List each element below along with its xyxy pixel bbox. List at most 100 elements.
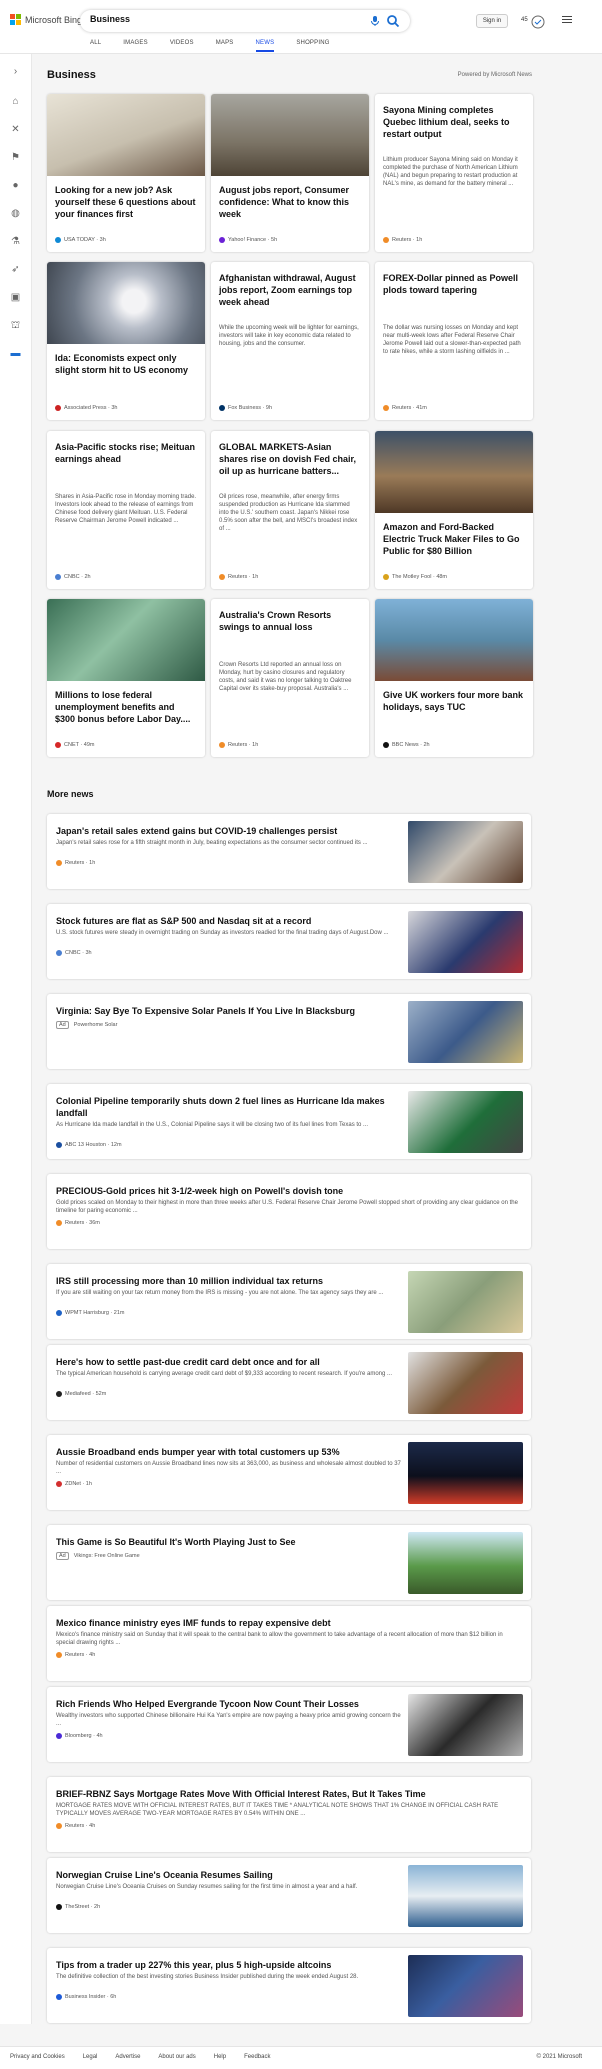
news-headline[interactable]: PRECIOUS-Gold prices hit 3-1/2-week high…	[56, 1185, 520, 1197]
news-headline[interactable]: Millions to lose federal unemployment be…	[55, 689, 197, 725]
news-card[interactable]: Sayona Mining completes Quebec lithium d…	[375, 94, 533, 252]
news-thumbnail[interactable]	[408, 821, 523, 883]
news-headline[interactable]: Ida: Economists expect only slight storm…	[55, 352, 197, 376]
news-headline[interactable]: This Game is So Beautiful It's Worth Pla…	[56, 1536, 401, 1548]
tab-shopping[interactable]: SHOPPING	[296, 40, 329, 52]
more-news-item[interactable]: Tips from a trader up 227% this year, pl…	[47, 1948, 531, 2023]
flag-icon[interactable]: ⚑	[10, 152, 21, 163]
news-headline[interactable]: Amazon and Ford-Backed Electric Truck Ma…	[383, 521, 525, 557]
news-card[interactable]: Australia's Crown Resorts swings to annu…	[211, 599, 369, 757]
news-headline[interactable]: Sayona Mining completes Quebec lithium d…	[383, 104, 525, 140]
news-source[interactable]: CNBC · 2h	[55, 574, 91, 580]
news-source[interactable]: USA TODAY · 3h	[55, 237, 106, 243]
more-news-item[interactable]: Mexico finance ministry eyes IMF funds t…	[47, 1606, 531, 1681]
more-news-item[interactable]: Colonial Pipeline temporarily shuts down…	[47, 1084, 531, 1159]
sign-in-button[interactable]: Sign in	[476, 14, 508, 28]
news-source[interactable]: Reuters · 1h	[219, 574, 258, 580]
search-box[interactable]	[80, 10, 410, 32]
news-source[interactable]: Ad Powerhome Solar	[56, 1021, 117, 1029]
news-source[interactable]: TheStreet · 2h	[56, 1904, 100, 1910]
news-source[interactable]: WPMT Harrisburg · 21m	[56, 1310, 125, 1316]
news-source[interactable]: Yahoo! Finance · 5h	[219, 237, 277, 243]
news-thumbnail[interactable]	[408, 1955, 523, 2017]
search-input[interactable]	[90, 14, 340, 24]
news-card[interactable]: Looking for a new job? Ask yourself thes…	[47, 94, 205, 252]
news-card[interactable]: Amazon and Ford-Backed Electric Truck Ma…	[375, 431, 533, 589]
news-headline[interactable]: Here's how to settle past-due credit car…	[56, 1356, 401, 1368]
news-card[interactable]: August jobs report, Consumer confidence:…	[211, 94, 369, 252]
footer-link[interactable]: Legal	[83, 2054, 98, 2060]
footer-link[interactable]: Advertise	[115, 2054, 140, 2060]
news-card[interactable]: GLOBAL MARKETS-Asian shares rise on dovi…	[211, 431, 369, 589]
news-thumbnail[interactable]	[408, 1001, 523, 1063]
more-news-item[interactable]: Japan's retail sales extend gains but CO…	[47, 814, 531, 889]
tab-news[interactable]: NEWS	[255, 40, 275, 52]
news-thumbnail[interactable]	[408, 1271, 523, 1333]
news-headline[interactable]: Stock futures are flat as S&P 500 and Na…	[56, 915, 401, 927]
news-headline[interactable]: Mexico finance ministry eyes IMF funds t…	[56, 1617, 520, 1629]
news-source[interactable]: ABC 13 Houston · 12m	[56, 1142, 122, 1148]
news-thumbnail[interactable]	[408, 1442, 523, 1504]
bank-icon[interactable]: ⛫	[10, 320, 21, 331]
news-source[interactable]: Reuters · 1h	[383, 237, 422, 243]
news-thumbnail[interactable]	[408, 1865, 523, 1927]
news-headline[interactable]: Looking for a new job? Ask yourself thes…	[55, 184, 197, 220]
news-source[interactable]: ZDNet · 1h	[56, 1481, 92, 1487]
news-source[interactable]: Reuters · 4h	[56, 1652, 95, 1658]
search-icon[interactable]	[386, 14, 400, 28]
news-thumbnail[interactable]	[408, 1091, 523, 1153]
news-headline[interactable]: BRIEF-RBNZ Says Mortgage Rates Move With…	[56, 1788, 520, 1800]
more-news-item[interactable]: Stock futures are flat as S&P 500 and Na…	[47, 904, 531, 979]
news-card[interactable]: Give UK workers four more bank holidays,…	[375, 599, 533, 757]
news-source[interactable]: Associated Press · 3h	[55, 405, 118, 411]
news-thumbnail[interactable]	[47, 94, 205, 176]
news-source[interactable]: BBC News · 2h	[383, 742, 430, 748]
more-news-item[interactable]: Rich Friends Who Helped Evergrande Tycoo…	[47, 1687, 531, 1762]
news-thumbnail[interactable]	[47, 262, 205, 344]
briefcase-icon[interactable]: ▣	[10, 292, 21, 303]
news-headline[interactable]: Japan's retail sales extend gains but CO…	[56, 825, 401, 837]
more-news-item[interactable]: Here's how to settle past-due credit car…	[47, 1345, 531, 1420]
news-card[interactable]: Ida: Economists expect only slight storm…	[47, 262, 205, 420]
news-thumbnail[interactable]	[408, 1532, 523, 1594]
news-headline[interactable]: Norwegian Cruise Line's Oceania Resumes …	[56, 1869, 401, 1881]
footer-link[interactable]: Feedback	[244, 2054, 270, 2060]
news-source[interactable]: Ad Vikings: Free Online Game	[56, 1552, 140, 1560]
more-news-item[interactable]: Norwegian Cruise Line's Oceania Resumes …	[47, 1858, 531, 1933]
footer-link[interactable]: Privacy and Cookies	[10, 2054, 65, 2060]
science-icon[interactable]: ⚗	[10, 236, 21, 247]
home-icon[interactable]: ⌂	[10, 96, 21, 107]
news-source[interactable]: The Motley Fool · 48m	[383, 574, 447, 580]
tab-all[interactable]: ALL	[90, 40, 101, 52]
news-thumbnail[interactable]	[47, 599, 205, 681]
location-icon[interactable]: ●	[10, 180, 21, 191]
footer-link[interactable]: About our ads	[158, 2054, 195, 2060]
tab-maps[interactable]: MAPS	[216, 40, 234, 52]
news-source[interactable]: Mediafeed · 52m	[56, 1391, 106, 1397]
news-source[interactable]: CNBC · 3h	[56, 950, 92, 956]
rewards-points[interactable]: 45	[521, 17, 528, 23]
bing-logo[interactable]: Microsoft Bing	[10, 14, 82, 25]
news-headline[interactable]: Tips from a trader up 227% this year, pl…	[56, 1959, 401, 1971]
tab-images[interactable]: IMAGES	[123, 40, 148, 52]
news-headline[interactable]: GLOBAL MARKETS-Asian shares rise on dovi…	[219, 441, 361, 477]
news-source[interactable]: Reuters · 41m	[383, 405, 427, 411]
news-source[interactable]: Reuters · 1h	[219, 742, 258, 748]
news-thumbnail[interactable]	[211, 94, 369, 176]
news-source[interactable]: Reuters · 4h	[56, 1823, 95, 1829]
microphone-icon[interactable]	[369, 15, 381, 27]
footer-link[interactable]: Help	[214, 2054, 226, 2060]
news-thumbnail[interactable]	[408, 1694, 523, 1756]
news-source[interactable]: CNET · 49m	[55, 742, 94, 748]
news-thumbnail[interactable]	[408, 911, 523, 973]
news-headline[interactable]: August jobs report, Consumer confidence:…	[219, 184, 361, 220]
news-source[interactable]: Reuters · 36m	[56, 1220, 100, 1226]
tab-videos[interactable]: VIDEOS	[170, 40, 194, 52]
news-thumbnail[interactable]	[375, 431, 533, 513]
business-icon[interactable]: ▬	[10, 348, 21, 359]
news-card[interactable]: Asia-Pacific stocks rise; Meituan earnin…	[47, 431, 205, 589]
hamburger-menu-icon[interactable]	[562, 16, 572, 24]
more-news-item[interactable]: BRIEF-RBNZ Says Mortgage Rates Move With…	[47, 1777, 531, 1852]
news-headline[interactable]: FOREX-Dollar pinned as Powell plods towa…	[383, 272, 525, 296]
news-headline[interactable]: IRS still processing more than 10 millio…	[56, 1275, 401, 1287]
